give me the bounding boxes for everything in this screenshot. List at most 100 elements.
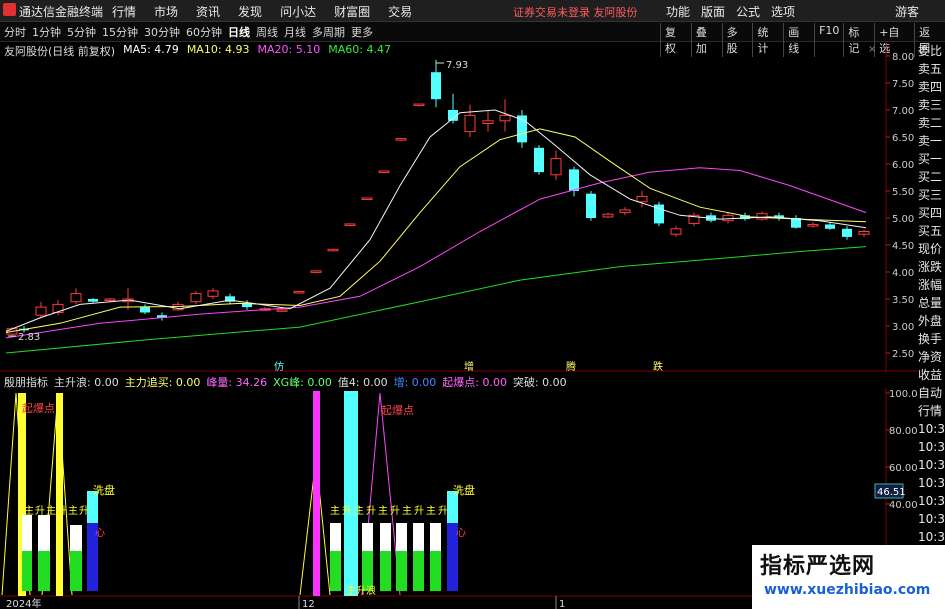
price-tick-label: 2.50	[892, 349, 914, 360]
candle-down	[431, 72, 441, 100]
zhusheng-mark: 主	[402, 505, 412, 517]
tab-period[interactable]: 周线	[256, 24, 278, 40]
tab-period[interactable]: 分时	[4, 24, 26, 40]
menu-item-wealth[interactable]: 财富圈	[334, 3, 370, 20]
tab-period[interactable]: 30分钟	[144, 24, 180, 40]
quote-field-label: 买四	[918, 206, 943, 220]
trade-time-label: 10:3	[918, 440, 945, 454]
candle-up	[499, 114, 511, 122]
tab-period[interactable]: 5分钟	[67, 24, 96, 40]
indicator-tick-label: 100.00	[889, 389, 918, 400]
menu-item-discover[interactable]: 发现	[238, 3, 262, 20]
value-bar-green	[380, 551, 391, 591]
value-bar-green	[70, 551, 82, 591]
candle-up	[602, 213, 614, 218]
xipan-label: 洗盘	[453, 483, 475, 497]
candle-up	[722, 214, 734, 222]
expand-icon: ⌄	[848, 44, 856, 55]
value-bar-green	[330, 551, 341, 591]
candlestick-chart[interactable]: 8.00 7.50 7.00 6.50 6.00 5.50 5.00 4.50 4.00 3.50…	[0, 42, 918, 372]
value-bar-white	[396, 523, 407, 551]
zhusheng-mark: 主	[330, 505, 340, 517]
candle-up	[310, 270, 322, 273]
candle-up	[52, 303, 64, 313]
menu-item-function[interactable]: 功能	[666, 3, 690, 20]
app-logo-icon	[3, 3, 16, 16]
quote-field-label: 买二	[918, 170, 943, 184]
candle-up	[70, 293, 82, 303]
annotation-label: 增	[464, 360, 474, 372]
period-toolbar: 分时 1分钟 5分钟 15分钟 30分钟 60分钟 日线 周线 月线 多周期 更…	[0, 22, 945, 57]
trade-time-label: 10:3	[918, 494, 945, 508]
candle-down	[842, 228, 852, 237]
main-menu: 行情 市场 资讯 发现 问小达 财富圈 交易	[112, 3, 412, 20]
xin-label: 心	[95, 527, 105, 539]
quote-field-label: 卖三	[918, 98, 943, 112]
tab-period[interactable]: 15分钟	[102, 24, 138, 40]
low-price-label: 2.83	[18, 332, 40, 343]
tab-period[interactable]: 60分钟	[186, 24, 222, 40]
quote-field-label: 卖二	[918, 116, 943, 130]
menu-item-sectors[interactable]: 市场	[154, 3, 178, 20]
indicator-tick-label: 40.00	[889, 500, 918, 511]
zhusheng-mark: 升	[35, 505, 45, 517]
quote-field-label: 买一	[918, 152, 943, 166]
candle-up	[670, 228, 682, 235]
price-tick-label: 8.00	[892, 52, 914, 63]
candle-up	[361, 197, 373, 201]
menu-item-news[interactable]: 资讯	[196, 3, 220, 20]
period-tabs: 分时 1分钟 5分钟 15分钟 30分钟 60分钟 日线 周线 月线 多周期 更…	[4, 24, 373, 40]
value-bar-green	[430, 551, 441, 591]
quote-field-label: 买五	[918, 224, 943, 238]
quote-field-label: 卖四	[918, 80, 943, 94]
date-label: 12	[302, 599, 315, 609]
tab-period-more[interactable]: 更多	[351, 24, 373, 40]
candle-up	[327, 248, 339, 252]
trade-time-label: 自动	[918, 386, 943, 400]
menu-item-market[interactable]: 行情	[112, 3, 136, 20]
quote-field-label: 卖五	[918, 62, 943, 76]
candle-up	[619, 209, 631, 214]
title-bar: 通达信金融终端 行情 市场 资讯 发现 问小达 财富圈 交易 证券交易未登录 友…	[0, 0, 945, 22]
qibao-label: 起爆点	[381, 403, 414, 417]
price-tick-label: 5.00	[892, 214, 914, 225]
menu-item-formula[interactable]: 公式	[736, 3, 760, 20]
candle-down	[140, 307, 150, 313]
app-name: 通达信金融终端	[19, 5, 104, 19]
candle-up	[550, 158, 562, 176]
cyan-bar	[344, 391, 358, 596]
menu-item-trade[interactable]: 交易	[388, 3, 412, 20]
quote-field-label: 总量	[918, 296, 943, 310]
price-tick-label: 6.00	[892, 160, 914, 171]
current-value: 46.51	[877, 487, 906, 498]
tab-period[interactable]: 月线	[284, 24, 306, 40]
trade-time-label: 10:3	[918, 458, 945, 472]
quote-field-label: 涨跌	[918, 260, 943, 274]
guest-label[interactable]: 游客	[895, 3, 919, 20]
candle-up	[636, 195, 648, 203]
login-notice[interactable]: 证券交易未登录 友阿股份	[513, 4, 638, 20]
tab-period-daily[interactable]: 日线	[228, 24, 250, 40]
annotation-label: 跌	[653, 360, 663, 372]
annotation-label: 腾	[566, 360, 576, 372]
value-bar-white	[430, 523, 441, 551]
candle-up	[378, 170, 390, 174]
ma20-line	[5, 167, 867, 339]
tab-period[interactable]: 1分钟	[32, 24, 61, 40]
ma60-line	[5, 246, 867, 354]
quote-field-label: 委比	[918, 44, 943, 58]
menu-item-ask[interactable]: 问小达	[280, 3, 316, 20]
price-tick-label: 3.00	[892, 322, 914, 333]
candle-up	[464, 114, 476, 133]
menu-item-layout[interactable]: 版面	[701, 3, 725, 20]
date-label: 2024年	[6, 597, 41, 609]
zhusheng-mark: 升	[79, 505, 89, 517]
trade-time-label: 10:3	[918, 512, 945, 526]
zhusheng-mark: 主	[378, 505, 388, 517]
trade-time-label: 10:3	[918, 476, 945, 490]
tab-period[interactable]: 多周期	[312, 24, 345, 40]
candle-down	[586, 193, 596, 218]
menu-item-options[interactable]: 选项	[771, 3, 795, 20]
trade-time-label: 行情	[918, 404, 943, 418]
zhusheng-mark: 主	[24, 505, 34, 517]
